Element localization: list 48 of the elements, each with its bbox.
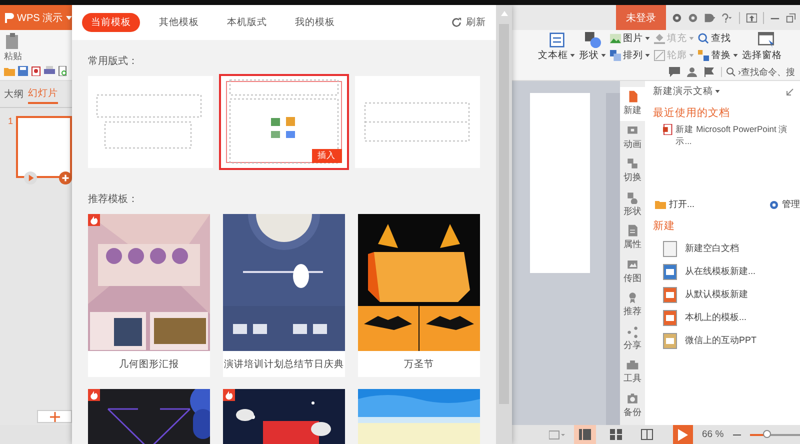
- panel-tab[interactable]: 大纲: [4, 87, 24, 104]
- open-link[interactable]: 打开...: [655, 198, 695, 211]
- side-tab[interactable]: 形状: [620, 188, 645, 221]
- section-heading: 新建: [653, 219, 676, 233]
- side-tab[interactable]: 新建: [620, 87, 645, 120]
- template-tab[interactable]: 本机版式: [218, 13, 276, 32]
- side-tab[interactable]: 备份: [620, 388, 645, 422]
- insert-label[interactable]: 插入: [312, 149, 342, 163]
- new-option[interactable]: 新建空白文档: [653, 237, 800, 260]
- new-option[interactable]: 从默认模板新建: [653, 283, 800, 306]
- arrange-button[interactable]: 排列: [610, 49, 650, 62]
- section-heading: 最近使用的文档: [653, 106, 731, 120]
- layout-card[interactable]: 插入: [221, 76, 347, 168]
- template-name: 万圣节: [403, 358, 435, 372]
- search-field[interactable]: ›查找命令、搜: [721, 67, 800, 77]
- refresh-button[interactable]: 刷新: [451, 16, 486, 29]
- picture-button[interactable]: 图片: [610, 32, 650, 45]
- section-heading: 常用版式：: [88, 54, 139, 68]
- new-option[interactable]: 本机上的模板...: [653, 306, 800, 329]
- pane-button[interactable]: 选择窗格: [742, 32, 789, 62]
- template-card[interactable]: 万圣节: [358, 214, 480, 377]
- shape-button[interactable]: 形状: [579, 32, 606, 62]
- slide-number: 1: [8, 116, 14, 128]
- manage-link[interactable]: 管理: [769, 198, 800, 211]
- side-tab[interactable]: 动画: [620, 120, 645, 154]
- new-option[interactable]: 从在线模板新建...: [653, 260, 800, 283]
- zoom-level: 66 %: [702, 429, 724, 440]
- section-heading: 推荐模板：: [88, 192, 139, 206]
- template-name: 演讲培训计划总结节日庆典: [223, 358, 345, 372]
- template-tab[interactable]: 当前模板: [82, 13, 140, 32]
- template-tab[interactable]: 我的模板: [286, 13, 344, 32]
- side-tab[interactable]: 工具: [620, 355, 645, 388]
- pane-title[interactable]: 新建演示文稿: [653, 85, 713, 98]
- recent-file[interactable]: 新建 Microsoft PowerPoint 演示...: [653, 124, 800, 192]
- template-card[interactable]: 几何图形汇报: [88, 214, 210, 377]
- paste-button[interactable]: 粘贴: [4, 32, 22, 63]
- side-tab[interactable]: 推荐: [620, 288, 645, 322]
- template-name: 几何图形汇报: [118, 358, 180, 372]
- side-tab[interactable]: 切换: [620, 154, 645, 188]
- side-tab[interactable]: 分享: [620, 322, 645, 355]
- new-option[interactable]: 微信上的互动PPT: [653, 329, 800, 352]
- side-tab[interactable]: 属性: [620, 221, 645, 254]
- template-tab[interactable]: 其他模板: [150, 13, 208, 32]
- textbox-button[interactable]: 文本框: [538, 32, 575, 62]
- replace-button[interactable]: 替换: [698, 49, 738, 62]
- find-button[interactable]: 查找: [698, 32, 738, 45]
- template-card[interactable]: 演讲培训计划总结节日庆典: [223, 214, 345, 377]
- side-tab[interactable]: 传图: [620, 254, 645, 288]
